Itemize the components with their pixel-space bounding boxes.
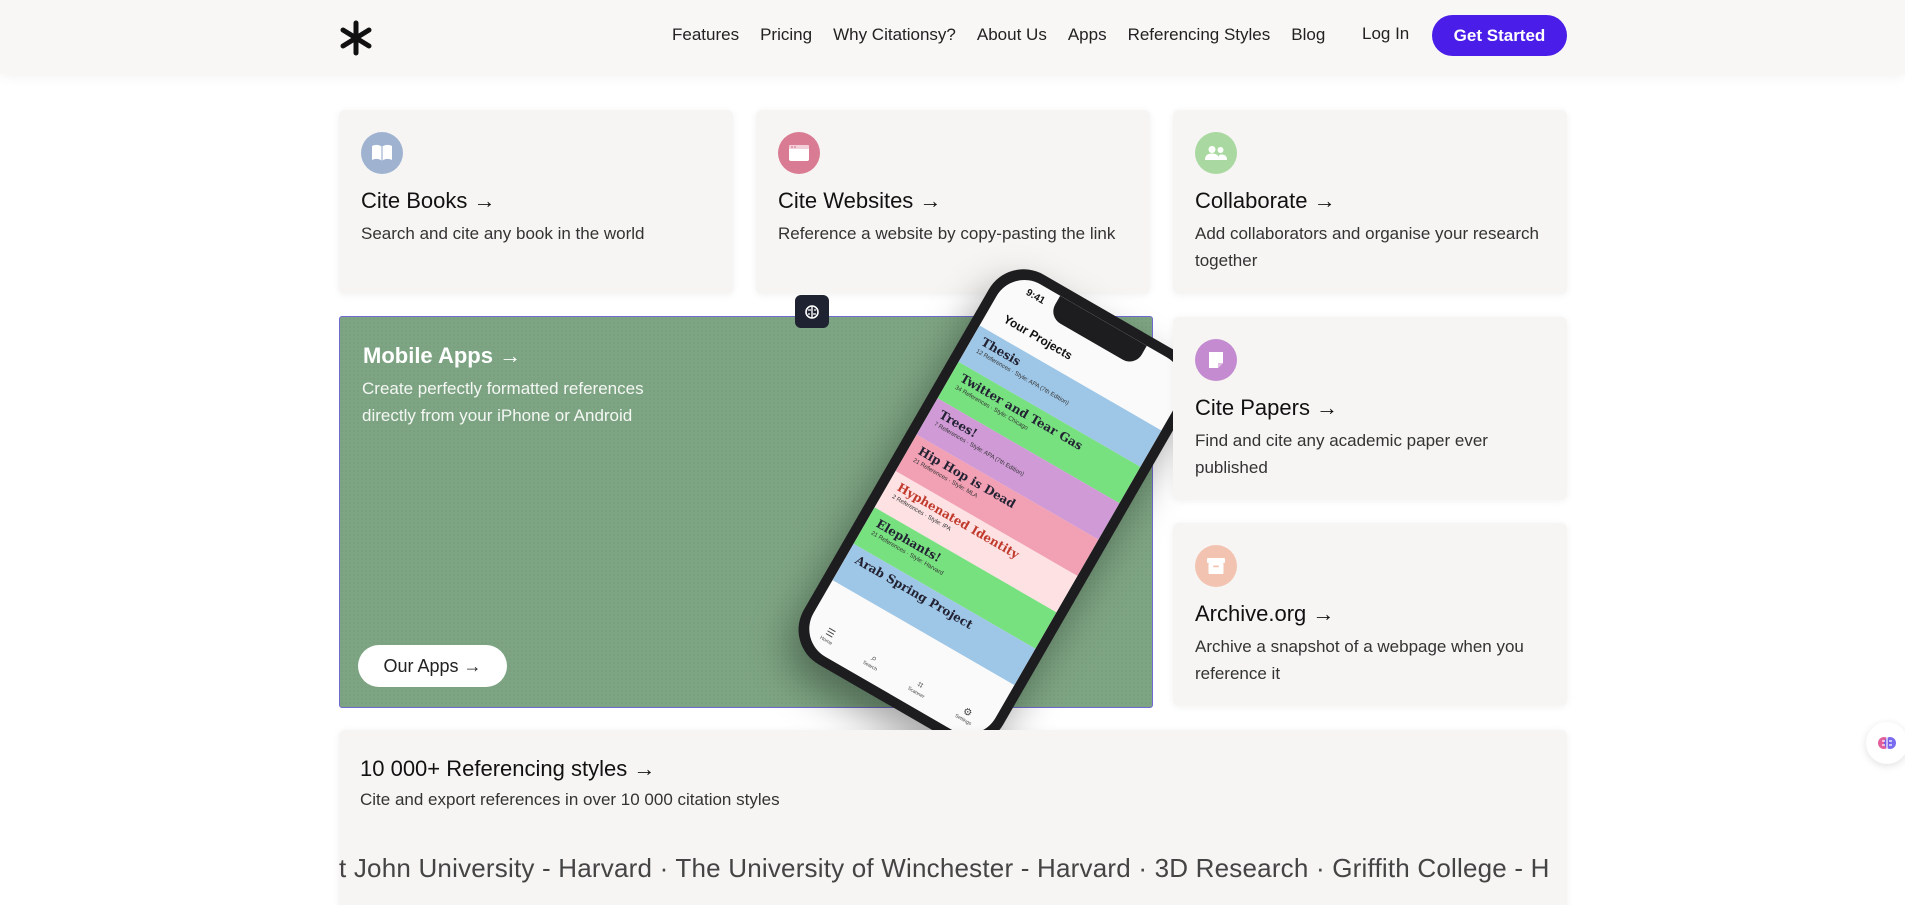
nav-link-blog[interactable]: Blog: [1291, 25, 1325, 45]
card-title: Cite Websites →: [778, 188, 942, 213]
card-description: Find and cite any academic paper ever pu…: [1195, 431, 1488, 477]
card-description: Add collaborators and organise your rese…: [1195, 224, 1539, 270]
archive-box-icon: [1195, 545, 1237, 587]
card-title: Cite Books →: [361, 188, 496, 213]
card-cite-websites[interactable]: Cite Websites → Reference a website by c…: [756, 110, 1150, 294]
card-cite-books[interactable]: Cite Books → Search and cite any book in…: [339, 110, 733, 294]
people-icon: [1195, 132, 1237, 174]
phone-time: 9:41: [1023, 287, 1047, 307]
tab-search: ⌕ Search: [862, 650, 884, 672]
tab-scanner: ⌗ Scanner: [907, 676, 932, 700]
nav-link-pricing[interactable]: Pricing: [760, 25, 812, 45]
nav-link-features[interactable]: Features: [672, 25, 739, 45]
card-cite-papers[interactable]: Cite Papers → Find and cite any academic…: [1173, 317, 1567, 500]
our-apps-button[interactable]: Our Apps →: [358, 645, 507, 687]
card-title: Mobile Apps →: [363, 343, 522, 368]
tab-settings: ⚙ Settings: [954, 703, 978, 726]
card-referencing-styles[interactable]: 10 000+ Referencing styles → Cite and ex…: [339, 730, 1567, 905]
card-title: Cite Papers →: [1195, 395, 1339, 420]
nav-link-about[interactable]: About Us: [977, 25, 1047, 45]
card-title: Archive.org →: [1195, 601, 1335, 626]
card-description: Cite and export references in over 10 00…: [360, 790, 780, 809]
card-archive-org[interactable]: Archive.org → Archive a snapshot of a we…: [1173, 523, 1567, 706]
nav-link-referencing-styles[interactable]: Referencing Styles: [1128, 25, 1271, 45]
card-description: Archive a snapshot of a webpage when you…: [1195, 637, 1524, 683]
styles-marquee: t John University - Harvard · The Univer…: [339, 853, 1550, 883]
nav-link-why[interactable]: Why Citationsy?: [833, 25, 956, 45]
paper-icon: [1195, 339, 1237, 381]
card-title: 10 000+ Referencing styles →: [360, 756, 656, 781]
card-description: Create perfectly formatted references di…: [362, 379, 644, 425]
card-description: Search and cite any book in the world: [361, 224, 645, 243]
tab-home: ☰ Home: [818, 626, 838, 647]
login-link[interactable]: Log In: [1362, 24, 1409, 44]
book-icon: [361, 132, 403, 174]
card-collaborate[interactable]: Collaborate → Add collaborators and orga…: [1173, 110, 1567, 294]
top-nav: Features Pricing Why Citationsy? About U…: [0, 0, 1905, 74]
nav-link-apps[interactable]: Apps: [1068, 25, 1107, 45]
browser-window-icon: [778, 132, 820, 174]
get-started-button[interactable]: Get Started: [1432, 15, 1567, 56]
ai-assistant-icon[interactable]: [1866, 722, 1905, 764]
brain-icon[interactable]: [795, 295, 829, 328]
nav-links: Features Pricing Why Citationsy? About U…: [672, 0, 1346, 70]
citationsy-logo-icon[interactable]: [338, 20, 374, 56]
card-title: Collaborate →: [1195, 188, 1336, 213]
card-description: Reference a website by copy-pasting the …: [778, 224, 1116, 243]
